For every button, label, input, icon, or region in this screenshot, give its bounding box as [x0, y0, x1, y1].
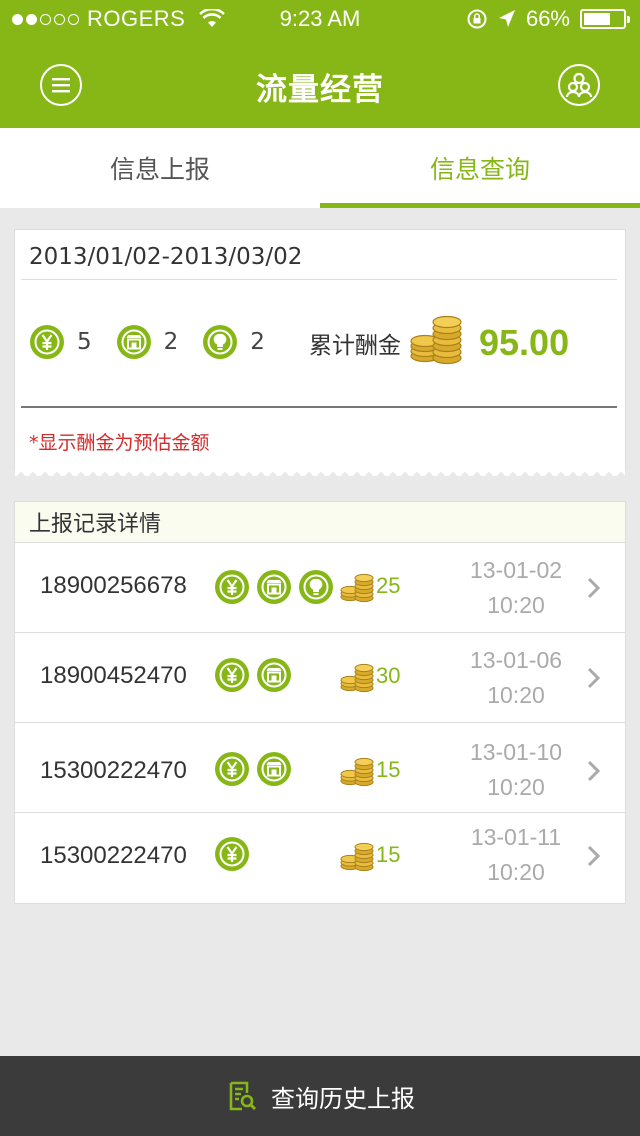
coin-stack-icon	[340, 757, 374, 787]
coin-stack-icon	[340, 573, 374, 603]
reward-amount: 15	[376, 842, 401, 867]
divider	[21, 279, 617, 280]
stat-count-yuan: 5	[77, 329, 92, 355]
reward-amount: 15	[376, 757, 401, 782]
tab-report[interactable]: 信息上报	[0, 128, 320, 208]
yuan-icon	[215, 837, 249, 871]
stat-count-bulb: 2	[250, 329, 265, 355]
shop-icon	[257, 570, 291, 604]
yuan-icon	[215, 752, 249, 786]
shop-icon	[116, 325, 151, 359]
tab-bar: 信息上报 信息查询	[0, 128, 640, 208]
coin-stack-icon	[410, 315, 462, 365]
battery-icon	[580, 9, 630, 29]
user-button[interactable]	[558, 64, 600, 106]
record-date: 13-01-06	[469, 647, 563, 673]
yuan-icon	[215, 658, 249, 692]
search-document-icon	[229, 1081, 257, 1111]
app-header: ROGERS 9:23 AM 66% 流量经营	[0, 0, 640, 128]
phone-number: 15300222470	[40, 842, 187, 869]
shop-icon	[257, 658, 291, 692]
chevron-right-icon	[587, 577, 601, 599]
record-date: 13-01-10	[469, 739, 563, 765]
table-row[interactable]: 18900256678 25 13-01-02 10:20	[15, 543, 625, 633]
table-row[interactable]: 18900452470 30 13-01-06 10:20	[15, 633, 625, 723]
summary-card: 2013/01/02-2013/03/02 5 2 2 累计酬金 95.00 *…	[14, 229, 626, 476]
chevron-right-icon	[587, 845, 601, 867]
yuan-icon	[215, 570, 249, 604]
total-reward: 95.00	[479, 322, 570, 363]
chevron-right-icon	[587, 667, 601, 689]
table-row[interactable]: 15300222470 15 13-01-10 10:20	[15, 723, 625, 813]
phone-number: 18900452470	[40, 662, 187, 689]
record-time: 10:20	[487, 682, 545, 708]
record-time: 10:20	[487, 774, 545, 800]
rotation-lock-icon	[467, 9, 487, 29]
bulb-icon	[299, 570, 333, 604]
records-title: 上报记录详情	[15, 502, 625, 543]
chevron-right-icon	[587, 760, 601, 782]
status-bar: ROGERS 9:23 AM 66%	[0, 0, 640, 40]
shop-icon	[257, 752, 291, 786]
record-time: 10:20	[487, 859, 545, 885]
query-history-button[interactable]: 查询历史上报	[0, 1056, 640, 1136]
record-date: 13-01-02	[469, 557, 563, 583]
phone-number: 18900256678	[40, 572, 187, 599]
users-icon	[565, 72, 593, 98]
coin-stack-icon	[340, 663, 374, 693]
battery-percent: 66%	[525, 6, 570, 31]
page-title: 流量经营	[256, 72, 384, 108]
yuan-icon	[30, 325, 64, 359]
reward-amount: 30	[376, 663, 401, 688]
query-history-label: 查询历史上报	[271, 1084, 415, 1113]
bulb-icon	[203, 325, 238, 359]
estimate-note: *显示酬金为预估金额	[29, 432, 210, 454]
phone-number: 15300222470	[40, 757, 187, 784]
record-date: 13-01-11	[470, 824, 562, 850]
table-row[interactable]: 15300222470 15 13-01-11 10:20	[15, 813, 625, 903]
record-time: 10:20	[487, 592, 545, 618]
date-range: 2013/01/02-2013/03/02	[29, 244, 303, 270]
stats-row: 5 2 2	[29, 324, 289, 360]
torn-edge	[15, 468, 625, 476]
tab-query[interactable]: 信息查询	[320, 128, 640, 208]
reward-amount: 25	[376, 573, 401, 598]
coin-stack-icon	[340, 842, 374, 872]
cumulative-label: 累计酬金	[309, 333, 401, 359]
records-card: 上报记录详情 18900256678 25 13-01-02 10:20 1890…	[14, 501, 626, 904]
divider	[21, 406, 617, 408]
location-arrow-icon	[498, 10, 515, 27]
stat-count-shop: 2	[163, 329, 179, 355]
